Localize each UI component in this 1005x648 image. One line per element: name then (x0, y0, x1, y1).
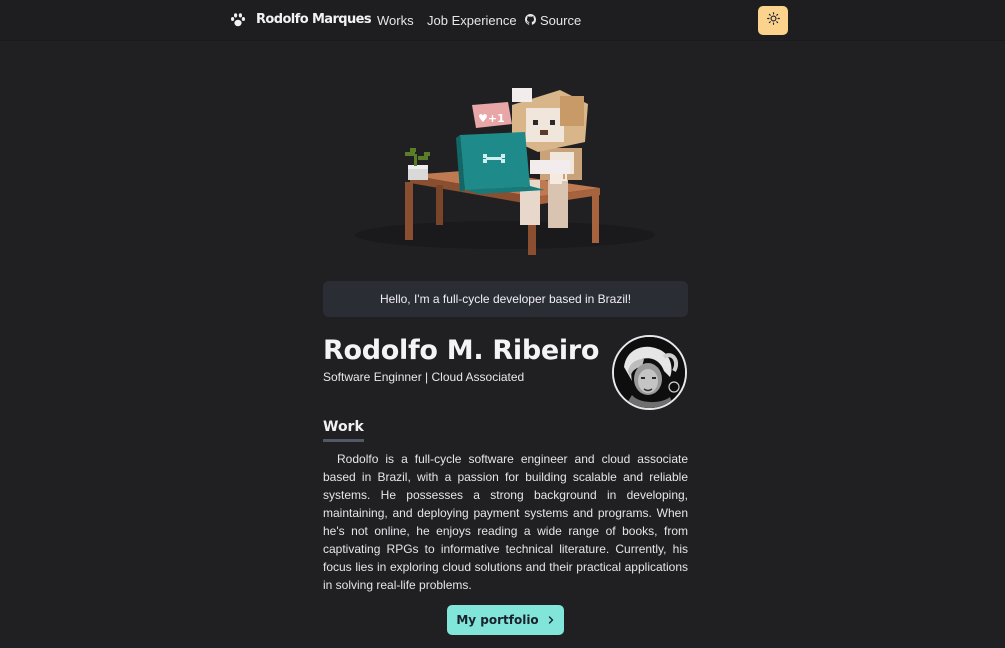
voxel-dog-illustration: ♥+1 (330, 60, 670, 270)
nav-link-works[interactable]: Works (377, 13, 414, 29)
svg-text:♥+1: ♥+1 (478, 112, 505, 125)
profile-role: Software Enginner | Cloud Associated (323, 370, 525, 384)
sun-icon (766, 11, 780, 30)
github-icon (525, 13, 536, 29)
theme-toggle-button[interactable] (758, 6, 788, 35)
profile-name: Rodolfo M. Ribeiro (323, 335, 600, 366)
nav-link-job-experience[interactable]: Job Experience (427, 13, 517, 29)
portfolio-button[interactable]: My portfolio (447, 605, 564, 635)
work-section-title: Work (323, 419, 364, 442)
brand-name: Rodolfo Marques (256, 12, 372, 27)
avatar (612, 335, 687, 410)
nav-link-source[interactable]: Source (525, 13, 581, 29)
paw-icon (230, 12, 246, 28)
top-navbar: Rodolfo Marques Works Job Experience Sou… (0, 0, 1005, 40)
portfolio-button-label: My portfolio (456, 613, 539, 627)
brand-link[interactable]: Rodolfo Marques (230, 11, 372, 29)
intro-banner: Hello, I'm a full-cycle developer based … (323, 281, 688, 317)
chevron-right-icon (547, 613, 555, 627)
work-description: Rodolfo is a full-cycle software enginee… (323, 452, 688, 592)
intro-text: Hello, I'm a full-cycle developer based … (379, 292, 632, 306)
nav-source-label: Source (540, 13, 582, 28)
